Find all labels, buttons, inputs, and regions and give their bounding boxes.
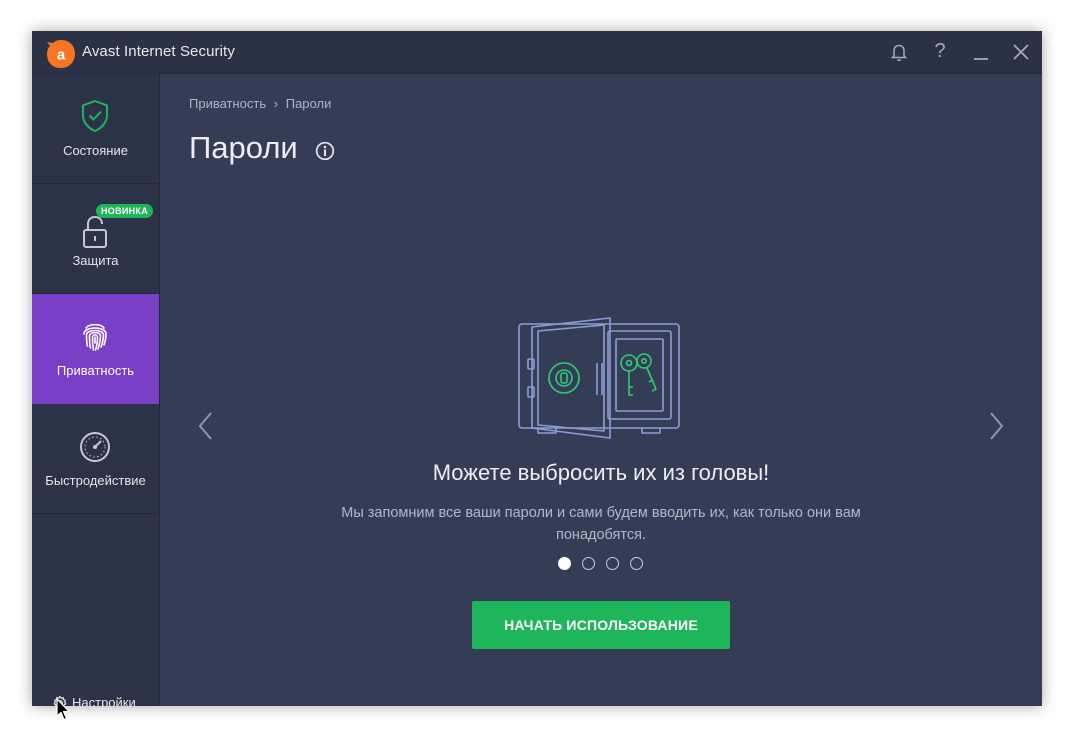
page-title: Пароли [189,130,298,165]
app-title: Avast Internet Security [82,43,235,60]
sidebar: Состояние НОВИНКА Защита Приватность Быс… [32,74,160,706]
settings-label: Настройки [72,695,136,706]
mouse-cursor-icon [56,698,70,721]
carousel-dot-1[interactable] [558,557,571,570]
sidebar-item-label: Состояние [63,143,128,158]
minimize-icon[interactable] [970,41,992,63]
app-window: a Avast Internet Security ? Состояние НО… [32,31,1042,706]
close-icon[interactable] [1010,41,1032,63]
breadcrumb-separator: › [273,96,279,111]
title-bar: a Avast Internet Security ? [32,31,1042,74]
carousel-dot-4[interactable] [630,557,643,570]
start-using-button[interactable]: НАЧАТЬ ИСПОЛЬЗОВАНИЕ [472,601,730,649]
slide-description: Мы запомним все ваши пароли и сами будем… [341,505,861,543]
sidebar-item-label: Быстродействие [45,473,146,488]
new-badge: НОВИНКА [96,204,154,218]
sidebar-item-label: Приватность [56,363,135,378]
sidebar-item-status[interactable]: Состояние [32,74,159,184]
main-content: Приватность › Пароли Пароли Можете выбро… [160,74,1042,706]
sidebar-item-label: Защита [72,253,119,268]
breadcrumb: Приватность › Пароли [189,96,331,111]
help-icon[interactable]: ? [929,40,951,62]
chevron-left-icon[interactable] [195,409,217,443]
bell-icon[interactable] [888,41,910,63]
padlock-icon [83,215,107,248]
svg-text:a: a [57,47,66,64]
avast-logo-icon: a [47,40,75,68]
sidebar-item-performance[interactable]: Быстродействие [32,404,159,514]
sidebar-item-privacy[interactable]: Приватность [32,294,159,404]
carousel-dot-3[interactable] [606,557,619,570]
sidebar-item-protection[interactable]: НОВИНКА Защита [32,184,159,294]
carousel-dot-2[interactable] [582,557,595,570]
fingerprint-icon [83,323,107,351]
breadcrumb-privacy-link[interactable]: Приватность [189,96,266,111]
gauge-icon [80,432,110,462]
info-icon[interactable] [315,141,335,161]
shield-check-icon [82,99,108,133]
breadcrumb-passwords: Пароли [285,96,332,111]
slide-headline: Можете выбросить их из головы! [432,460,770,485]
safe-illustration [518,317,680,439]
chevron-right-icon[interactable] [985,409,1007,443]
